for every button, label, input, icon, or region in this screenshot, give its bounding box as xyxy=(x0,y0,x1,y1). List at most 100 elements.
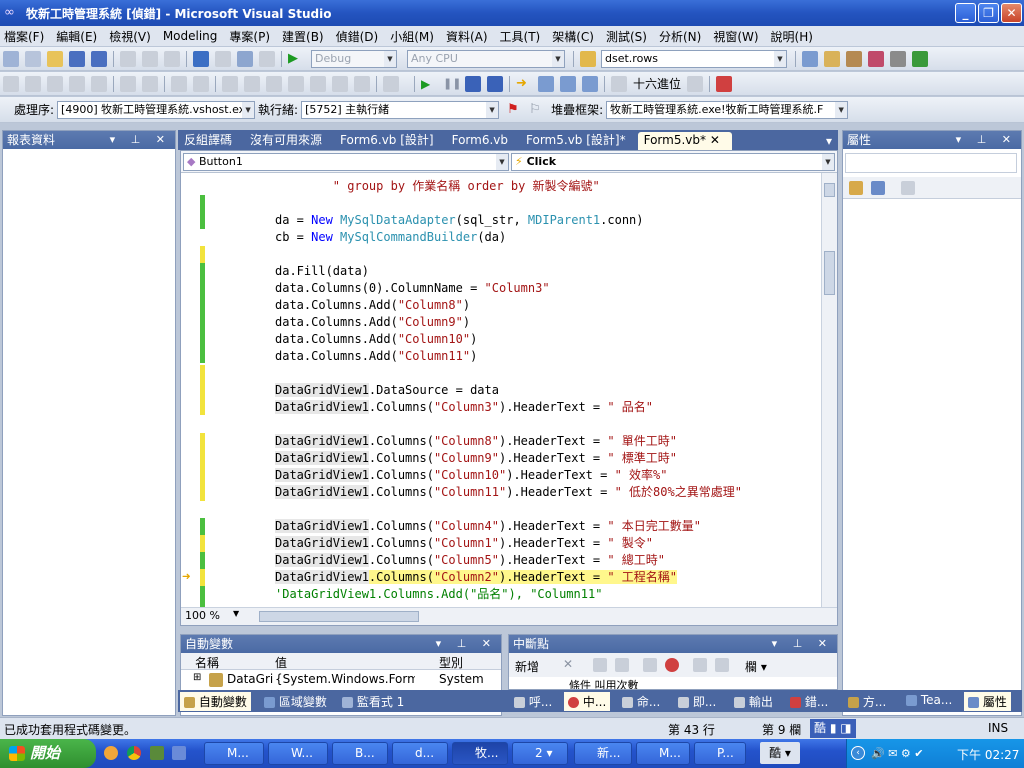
tab-locals[interactable]: 區域變數 xyxy=(264,693,327,710)
taskbar-ime-bar[interactable]: 酷 ▾ xyxy=(760,742,800,764)
code-line[interactable]: DataGridView1.Columns("Column10").Header… xyxy=(275,467,667,484)
tab-error-list[interactable]: 錯... xyxy=(790,693,828,710)
menu-tools[interactable]: 工具(T) xyxy=(500,28,541,45)
task-button-visual-studio[interactable]: 牧... xyxy=(452,742,508,765)
text-editor-icon-5[interactable] xyxy=(91,75,107,92)
code-line[interactable]: DataGridView1.Columns("Column5").HeaderT… xyxy=(275,552,665,569)
menu-modeling[interactable]: Modeling xyxy=(163,29,218,43)
extension-manager-icon[interactable] xyxy=(890,50,906,67)
tab-call-stack[interactable]: 呼... xyxy=(514,693,552,710)
zoom-dropdown-icon[interactable]: ▼ xyxy=(233,609,239,618)
editor-vertical-scrollbar[interactable] xyxy=(821,173,837,607)
quicklaunch-chrome-icon[interactable] xyxy=(127,746,141,760)
flag-thread-icon[interactable]: ⚑ xyxy=(507,102,523,118)
tab-properties[interactable]: 屬性 xyxy=(964,692,1011,711)
break-all-icon[interactable]: ❚❚ xyxy=(443,76,461,92)
menu-project[interactable]: 專案(P) xyxy=(229,28,270,45)
navigate-forward-icon[interactable] xyxy=(259,50,275,67)
tab-team-explorer[interactable]: Tea... xyxy=(906,693,952,707)
start-page-icon[interactable] xyxy=(912,50,928,67)
properties-window-icon[interactable] xyxy=(824,50,840,67)
code-line[interactable]: data.Columns.Add("Column10") xyxy=(275,331,477,348)
tab-command[interactable]: 命... xyxy=(622,693,660,710)
bookmark-icon-4[interactable] xyxy=(288,75,304,92)
code-line[interactable]: DataGridView1.Columns("Column11").Header… xyxy=(275,484,742,501)
class-name-combo[interactable]: ◆ Button1 ▼ xyxy=(183,153,509,171)
columns-dropdown[interactable]: 欄 ▾ xyxy=(745,658,767,675)
restore-button[interactable]: ❐ xyxy=(978,3,999,23)
text-editor-icon-2[interactable] xyxy=(25,75,41,92)
autos-col-value[interactable]: 值 xyxy=(275,654,287,671)
new-project-icon[interactable] xyxy=(3,50,19,67)
task-button-9[interactable]: P... xyxy=(694,742,746,765)
toolbox-icon[interactable] xyxy=(868,50,884,67)
tab-form5-code[interactable]: Form5.vb* ✕ xyxy=(637,132,732,150)
menu-file[interactable]: 檔案(F) xyxy=(4,28,44,45)
export-icon[interactable] xyxy=(693,658,707,672)
uncomment-icon[interactable] xyxy=(193,75,209,92)
minimize-button[interactable]: _ xyxy=(955,3,976,23)
close-tab-icon[interactable]: ✕ xyxy=(710,133,720,147)
tab-breakpoints[interactable]: 中... xyxy=(564,692,611,711)
tray-clock[interactable]: 下午 02:27 xyxy=(957,746,1019,763)
autos-col-name[interactable]: 名稱 xyxy=(195,654,219,671)
menu-help[interactable]: 說明(H) xyxy=(771,28,813,45)
menu-debug[interactable]: 偵錯(D) xyxy=(336,28,379,45)
zoom-level[interactable]: 100 % xyxy=(185,609,220,622)
bookmark-icon-3[interactable] xyxy=(266,75,282,92)
alphabetical-icon[interactable] xyxy=(871,181,885,195)
menu-team[interactable]: 小組(M) xyxy=(390,28,434,45)
text-editor-icon-4[interactable] xyxy=(69,75,85,92)
flag-all-threads-icon[interactable]: ⚐ xyxy=(529,102,545,118)
find-combo[interactable]: dset.rows ▼ xyxy=(601,49,787,68)
step-over-icon[interactable] xyxy=(560,75,576,92)
task-button-8[interactable]: M... xyxy=(636,742,690,765)
menu-build[interactable]: 建置(B) xyxy=(282,28,324,45)
panel-controls[interactable]: ▾ ⊥ ✕ xyxy=(110,131,171,149)
tab-autos[interactable]: 自動變數 xyxy=(180,692,251,711)
comment-icon[interactable] xyxy=(171,75,187,92)
breakpoints-icon[interactable] xyxy=(687,75,704,92)
code-line[interactable]: cb = New MySqlCommandBuilder(da) xyxy=(275,229,506,246)
bookmark-icon-7[interactable] xyxy=(354,75,370,92)
menu-architecture[interactable]: 架構(C) xyxy=(552,28,594,45)
tab-form6-design[interactable]: Form6.vb [設計] xyxy=(334,132,446,150)
editor-horizontal-scrollbar[interactable]: 100 % ▼ xyxy=(181,607,837,625)
tab-form5-design[interactable]: Form5.vb [設計]* xyxy=(520,132,638,150)
outdent-icon[interactable] xyxy=(120,75,136,92)
autos-panel-controls[interactable]: ▾ ⊥ ✕ xyxy=(436,635,497,653)
menu-edit[interactable]: 編輯(E) xyxy=(56,28,97,45)
text-editor-icon-3[interactable] xyxy=(47,75,63,92)
menu-analyze[interactable]: 分析(N) xyxy=(659,28,701,45)
task-button-1[interactable]: M... xyxy=(204,742,264,765)
continue-icon[interactable]: ▶ xyxy=(421,76,437,92)
code-line[interactable]: DataGridView1.Columns("Column9").HeaderT… xyxy=(275,450,677,467)
indent-icon[interactable] xyxy=(142,75,158,92)
restart-icon[interactable] xyxy=(487,75,503,92)
bookmark-icon-2[interactable] xyxy=(244,75,260,92)
properties-panel-controls[interactable]: ▾ ⊥ ✕ xyxy=(956,131,1017,149)
navigate-back-icon[interactable] xyxy=(237,50,253,67)
code-line[interactable]: data.Columns.Add("Column11") xyxy=(275,348,477,365)
start-button[interactable]: 開始 xyxy=(0,739,96,768)
task-button-6[interactable]: 2 ▾ xyxy=(512,742,568,765)
code-line[interactable]: DataGridView1.Columns("Column8").HeaderT… xyxy=(275,433,677,450)
code-line[interactable]: da = New MySqlDataAdapter(sql_str, MDIPa… xyxy=(275,212,644,229)
code-line[interactable]: DataGridView1.Columns("Column2").HeaderT… xyxy=(275,569,678,586)
task-button-3[interactable]: B... xyxy=(332,742,388,765)
menu-test[interactable]: 測試(S) xyxy=(606,28,647,45)
solution-explorer-icon[interactable] xyxy=(802,50,818,67)
show-next-statement-icon[interactable]: ➜ xyxy=(516,76,532,92)
save-all-icon[interactable] xyxy=(91,50,107,67)
redo-icon[interactable] xyxy=(215,50,231,67)
hex-display-toggle[interactable]: 十六進位 xyxy=(633,75,681,92)
code-line[interactable]: DataGridView1.Columns("Column1").HeaderT… xyxy=(275,535,653,552)
task-button-2[interactable]: W... xyxy=(268,742,328,765)
breakpoint-icon[interactable] xyxy=(665,658,679,672)
tab-watch1[interactable]: 監看式 1 xyxy=(342,693,404,710)
tab-no-source[interactable]: 沒有可用來源 xyxy=(244,132,334,150)
paste-icon[interactable] xyxy=(164,50,180,67)
find-in-files-icon[interactable] xyxy=(580,50,596,67)
code-line[interactable]: DataGridView1.DataSource = data xyxy=(275,382,499,399)
stop-debugging-icon[interactable] xyxy=(465,75,481,92)
